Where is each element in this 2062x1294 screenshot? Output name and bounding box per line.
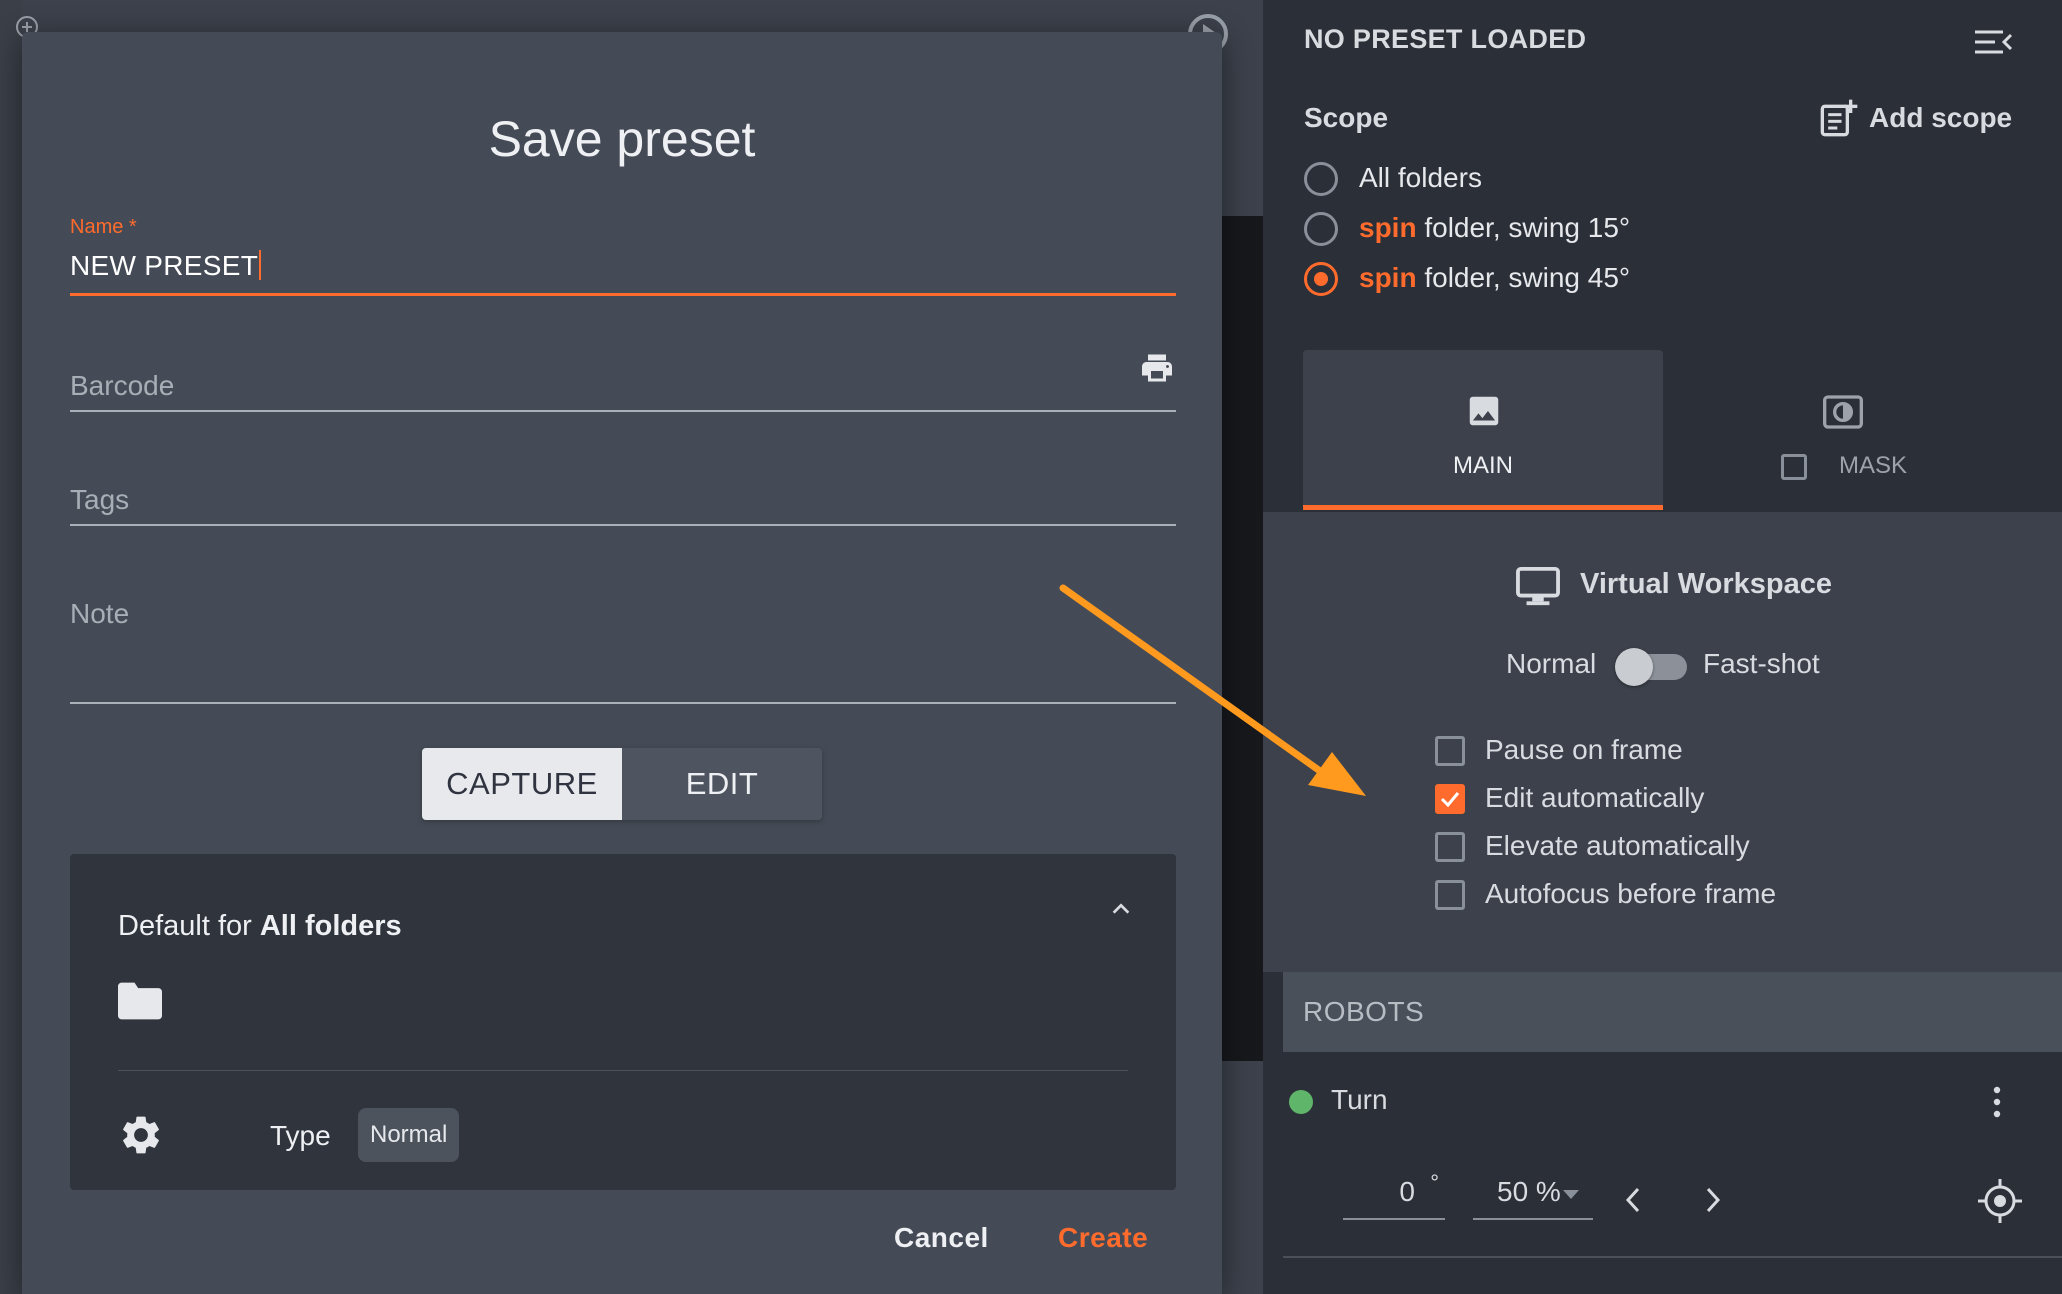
robots-header-label: ROBOTS bbox=[1303, 996, 1425, 1027]
capture-edit-toggle: CAPTURE EDIT bbox=[422, 748, 822, 820]
background-toolbar bbox=[0, 0, 22, 1294]
divider bbox=[118, 1070, 1128, 1071]
printer-icon[interactable] bbox=[1138, 350, 1176, 386]
image-icon bbox=[1469, 396, 1499, 426]
edit-button[interactable]: EDIT bbox=[622, 748, 822, 820]
scope-text: All folders bbox=[1359, 162, 1482, 193]
dialog-title: Save preset bbox=[488, 111, 756, 167]
chevron-left-icon[interactable] bbox=[1621, 1184, 1645, 1216]
note-underline bbox=[70, 702, 1176, 704]
option-label: Autofocus before frame bbox=[1485, 878, 1777, 909]
monitor-icon bbox=[1516, 566, 1560, 606]
tab-main[interactable]: MAIN bbox=[1303, 350, 1663, 510]
scope-label: Scope bbox=[1304, 102, 1389, 133]
active-tab-indicator bbox=[1303, 505, 1663, 510]
defaults-prefix: Default for bbox=[118, 910, 260, 942]
checkbox[interactable] bbox=[1435, 736, 1465, 766]
create-button[interactable]: Create bbox=[1058, 1222, 1148, 1254]
checkbox[interactable] bbox=[1435, 880, 1465, 910]
defaults-panel: Default for All folders Type Normal bbox=[70, 854, 1176, 1190]
angle-unit: ° bbox=[1430, 1170, 1439, 1195]
divider bbox=[1283, 1256, 2062, 1258]
name-input[interactable]: NEW PRESET bbox=[70, 250, 262, 282]
checkbox[interactable] bbox=[1435, 832, 1465, 862]
mask-checkbox[interactable] bbox=[1781, 454, 1807, 480]
note-input[interactable]: Note bbox=[70, 560, 1176, 706]
robot-status-dot bbox=[1289, 1090, 1313, 1114]
defaults-target: All folders bbox=[259, 910, 402, 942]
crosshair-icon[interactable] bbox=[1977, 1178, 2023, 1224]
checkmark-icon bbox=[1440, 792, 1460, 808]
type-label: Type bbox=[270, 1120, 331, 1151]
scope-highlight: spin bbox=[1359, 212, 1417, 243]
checkbox-checked[interactable] bbox=[1435, 784, 1465, 814]
tags-placeholder: Tags bbox=[70, 484, 130, 515]
name-input-underline bbox=[70, 293, 1176, 296]
add-note-icon bbox=[1820, 99, 1858, 137]
preset-panel: NO PRESET LOADED Scope Add scope All fol… bbox=[1263, 0, 2062, 1294]
name-input-value: NEW PRESET bbox=[70, 250, 259, 281]
barcode-input[interactable]: Barcode bbox=[70, 330, 1176, 412]
folder-icon bbox=[118, 982, 162, 1020]
tab-main-label: MAIN bbox=[1453, 452, 1513, 479]
angle-input[interactable]: 0 ° bbox=[1343, 1170, 1445, 1220]
cancel-button[interactable]: Cancel bbox=[894, 1222, 989, 1254]
tags-input[interactable]: Tags bbox=[70, 446, 1176, 528]
panel-title: NO PRESET LOADED bbox=[1304, 24, 1587, 54]
tab-mask-label: MASK bbox=[1839, 452, 1908, 479]
option-label: Elevate automatically bbox=[1485, 830, 1750, 861]
scope-text: folder, swing 45° bbox=[1416, 262, 1631, 293]
option-label: Pause on frame bbox=[1485, 734, 1683, 765]
mask-icon bbox=[1823, 395, 1863, 429]
tab-mask[interactable]: MASK bbox=[1663, 350, 2023, 510]
scope-highlight: spin bbox=[1359, 262, 1417, 293]
menu-collapse-icon[interactable] bbox=[1973, 26, 2013, 58]
note-placeholder: Note bbox=[70, 598, 130, 629]
robot-name: Turn bbox=[1331, 1084, 1388, 1115]
virtual-workspace-title: Virtual Workspace bbox=[1580, 568, 1832, 600]
dropdown-arrow-icon bbox=[1563, 1190, 1579, 1199]
barcode-placeholder: Barcode bbox=[70, 370, 175, 401]
toggle-knob[interactable] bbox=[1615, 648, 1653, 686]
radio-button[interactable] bbox=[1304, 212, 1338, 246]
chevron-right-icon[interactable] bbox=[1701, 1184, 1725, 1216]
angle-value: 0 bbox=[1399, 1176, 1415, 1207]
chevron-up-icon[interactable] bbox=[1110, 898, 1132, 920]
mode-normal-label: Normal bbox=[1506, 648, 1597, 679]
add-scope-label: Add scope bbox=[1869, 102, 2013, 133]
name-field-label: Name * bbox=[70, 216, 137, 238]
text-caret bbox=[259, 250, 262, 280]
scope-text: folder, swing 15° bbox=[1416, 212, 1631, 243]
more-vertical-icon[interactable] bbox=[1989, 1084, 2005, 1120]
speed-value: 50 % bbox=[1497, 1176, 1561, 1207]
gear-icon bbox=[123, 1116, 159, 1154]
mode-fast-shot-label: Fast-shot bbox=[1703, 648, 1820, 679]
defaults-title: Default for All folders bbox=[118, 910, 402, 943]
save-preset-dialog: Save preset Name * NEW PRESET Barcode Ta… bbox=[22, 32, 1222, 1294]
robots-header[interactable]: ROBOTS bbox=[1283, 972, 2062, 1052]
tags-underline bbox=[70, 524, 1176, 526]
fast-shot-toggle[interactable] bbox=[1615, 648, 1687, 686]
type-chip[interactable]: Normal bbox=[358, 1108, 460, 1162]
radio-button-selected[interactable] bbox=[1304, 262, 1338, 296]
barcode-underline bbox=[70, 410, 1176, 412]
radio-button[interactable] bbox=[1304, 162, 1338, 196]
option-label: Edit automatically bbox=[1485, 782, 1705, 813]
capture-button[interactable]: CAPTURE bbox=[422, 748, 622, 820]
speed-select[interactable]: 50 % bbox=[1473, 1176, 1593, 1220]
